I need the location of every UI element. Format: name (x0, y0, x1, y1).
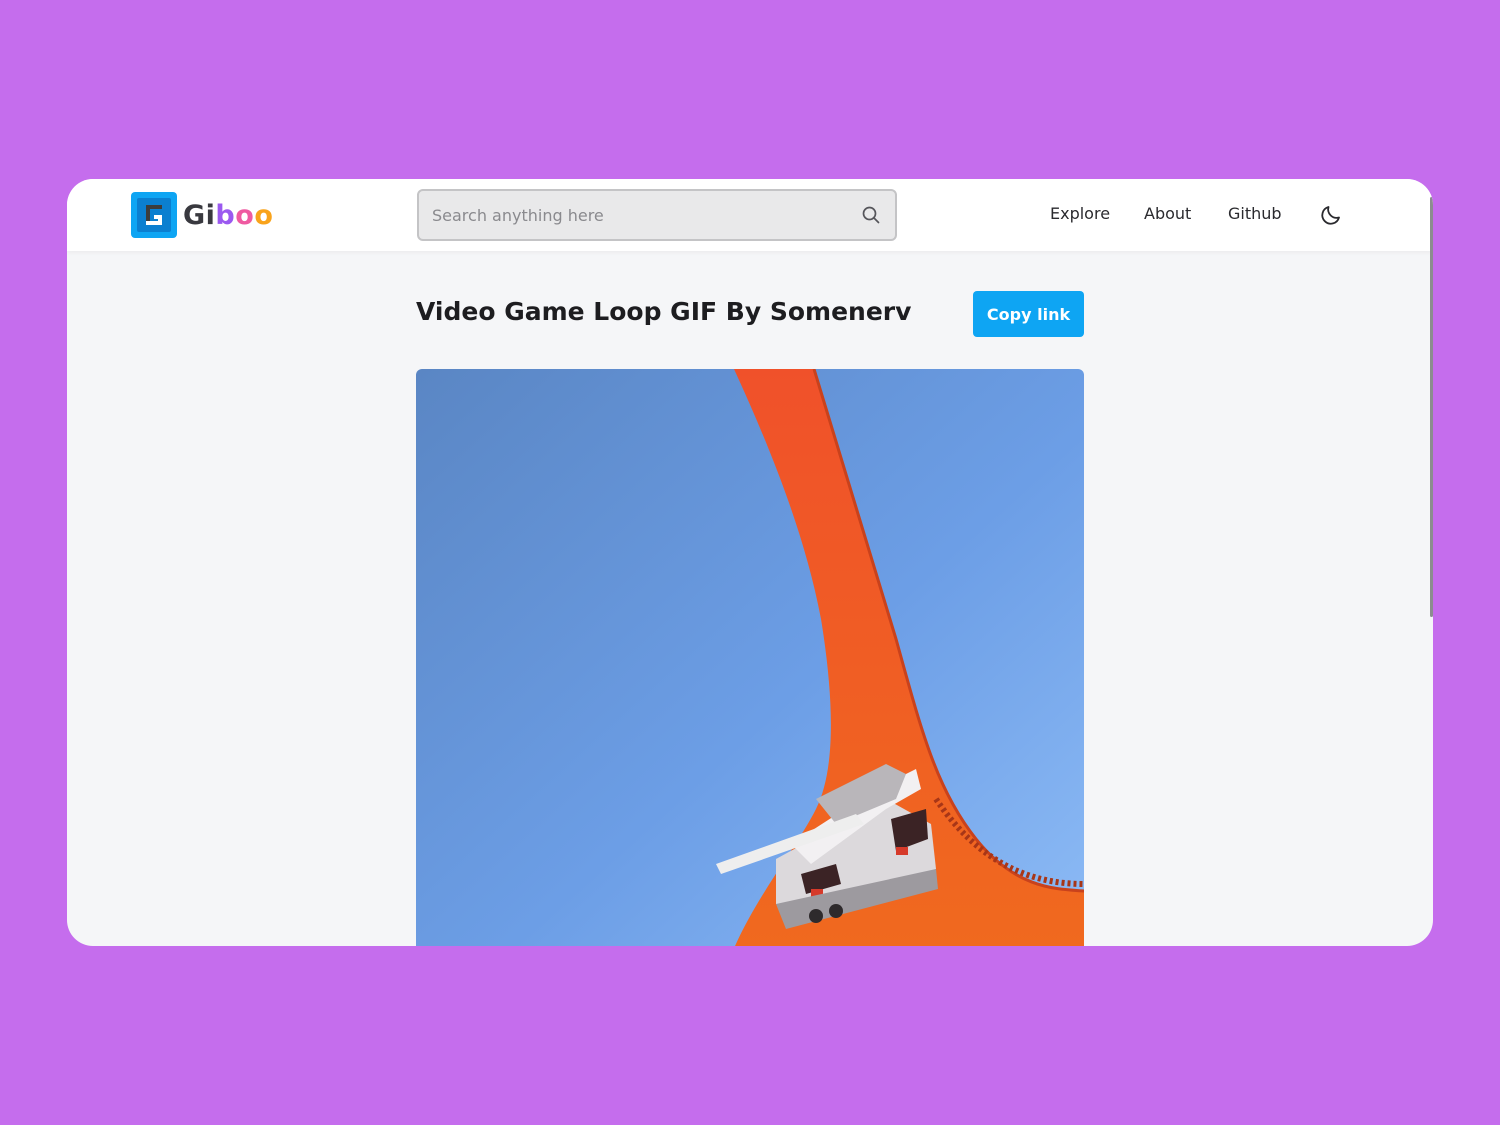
nav-github-link[interactable]: Github (1228, 204, 1282, 223)
gif-image (416, 369, 1084, 946)
page-scrollbar[interactable] (1430, 197, 1433, 617)
nav-links: Explore About Github (67, 179, 1433, 251)
copy-link-button[interactable]: Copy link (973, 291, 1084, 337)
nav-about-link[interactable]: About (1144, 204, 1191, 223)
nav-explore-link[interactable]: Explore (1050, 204, 1110, 223)
page-title: Video Game Loop GIF By Somenerv (416, 297, 912, 326)
moon-icon[interactable] (1319, 203, 1343, 227)
browser-window: Giboo Explore About Github Video Game Lo… (67, 179, 1433, 946)
top-navbar: Giboo Explore About Github (67, 179, 1433, 251)
